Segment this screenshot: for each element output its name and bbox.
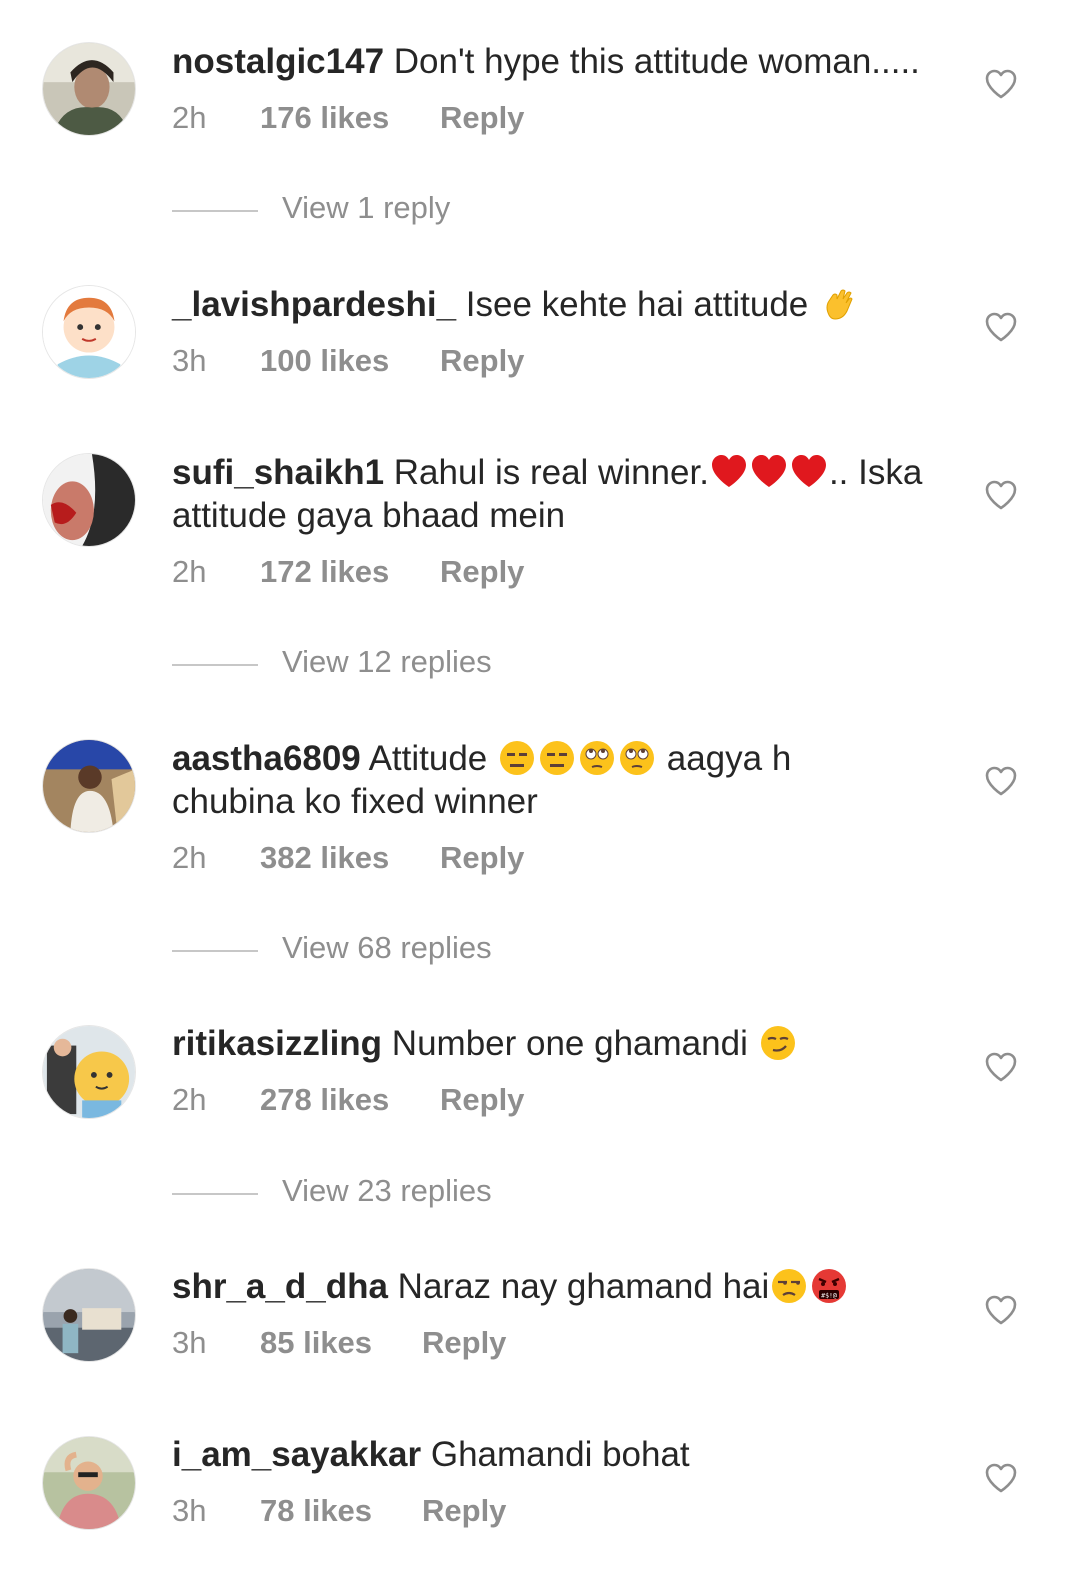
comment-text: i_am_sayakkar Ghamandi bohat bbox=[172, 1433, 952, 1476]
avatar[interactable] bbox=[42, 1436, 136, 1530]
comment-text: ritikasizzling Number one ghamandi bbox=[172, 1022, 952, 1065]
smirking-face-emoji bbox=[759, 1024, 797, 1062]
unamused-face-emoji bbox=[770, 1267, 808, 1305]
likes-count[interactable]: 278 likes bbox=[260, 1082, 389, 1118]
timestamp: 3h bbox=[172, 343, 207, 378]
timestamp: 2h bbox=[172, 554, 207, 589]
avatar[interactable] bbox=[42, 285, 136, 379]
face-with-rolling-eyes-emoji bbox=[578, 739, 616, 777]
comment-text: aastha6809 Attitude aagya h chubina ko f… bbox=[172, 737, 952, 823]
red-heart-emoji bbox=[750, 453, 788, 491]
expressionless-face-emoji bbox=[498, 739, 536, 777]
heart-icon[interactable] bbox=[984, 68, 1018, 100]
likes-count[interactable]: 100 likes bbox=[260, 343, 389, 379]
avatar[interactable] bbox=[42, 42, 136, 136]
reply-button[interactable]: Reply bbox=[440, 840, 524, 876]
avatar[interactable] bbox=[42, 1268, 136, 1362]
comment-body-line2: chubina ko fixed winner bbox=[172, 782, 538, 821]
reply-button[interactable]: Reply bbox=[440, 554, 524, 590]
red-heart-emoji bbox=[710, 453, 748, 491]
username-link[interactable]: shr_a_d_dha bbox=[172, 1267, 388, 1306]
comment-body: Ghamandi bohat bbox=[430, 1435, 690, 1474]
comment-body: Number one ghamandi bbox=[391, 1024, 748, 1063]
heart-icon[interactable] bbox=[984, 311, 1018, 343]
comment-text: _lavishpardeshi_ Isee kehte hai attitude bbox=[172, 283, 952, 326]
comment-body: Attitude bbox=[368, 739, 488, 778]
red-heart-emoji bbox=[790, 453, 828, 491]
timestamp: 3h bbox=[172, 1325, 207, 1360]
face-with-symbols-on-mouth-emoji: #$!@ bbox=[810, 1267, 848, 1305]
replies-divider bbox=[172, 664, 258, 666]
timestamp: 2h bbox=[172, 100, 207, 135]
comment-body: Isee kehte hai attitude bbox=[465, 285, 809, 324]
comment-text: nostalgic147 Don't hype this attitude wo… bbox=[172, 40, 952, 83]
comment-body: Rahul is real winner. bbox=[393, 453, 709, 492]
timestamp: 2h bbox=[172, 1082, 207, 1117]
reply-button[interactable]: Reply bbox=[440, 1082, 524, 1118]
username-link[interactable]: i_am_sayakkar bbox=[172, 1435, 421, 1474]
view-replies-label[interactable]: View 1 reply bbox=[282, 190, 450, 226]
comment-body-line2: attitude gaya bhaad mein bbox=[172, 496, 566, 535]
comment-body-continued: aagya h bbox=[666, 739, 792, 778]
reply-button[interactable]: Reply bbox=[440, 343, 524, 379]
view-replies-label[interactable]: View 68 replies bbox=[282, 930, 492, 966]
comment-body-continued: .. Iska bbox=[828, 453, 923, 492]
heart-icon[interactable] bbox=[984, 1294, 1018, 1326]
replies-divider bbox=[172, 210, 258, 212]
username-link[interactable]: aastha6809 bbox=[172, 739, 361, 778]
replies-divider bbox=[172, 1193, 258, 1195]
heart-icon[interactable] bbox=[984, 1462, 1018, 1494]
reply-button[interactable]: Reply bbox=[422, 1493, 506, 1529]
likes-count[interactable]: 176 likes bbox=[260, 100, 389, 136]
heart-icon[interactable] bbox=[984, 479, 1018, 511]
avatar[interactable] bbox=[42, 739, 136, 833]
timestamp: 2h bbox=[172, 840, 207, 875]
heart-icon[interactable] bbox=[984, 765, 1018, 797]
comment-text: shr_a_d_dha Naraz nay ghamand hai #$!@ bbox=[172, 1265, 952, 1308]
username-link[interactable]: _lavishpardeshi_ bbox=[172, 285, 456, 324]
likes-count[interactable]: 382 likes bbox=[260, 840, 389, 876]
svg-text:#$!@: #$!@ bbox=[821, 1292, 837, 1300]
comment-body: Don't hype this attitude woman..... bbox=[393, 42, 920, 81]
view-replies-label[interactable]: View 12 replies bbox=[282, 644, 492, 680]
waving-hand-emoji bbox=[819, 285, 857, 323]
comment-text: sufi_shaikh1 Rahul is real winner. .. Isk… bbox=[172, 451, 952, 537]
likes-count[interactable]: 172 likes bbox=[260, 554, 389, 590]
heart-icon[interactable] bbox=[984, 1051, 1018, 1083]
username-link[interactable]: ritikasizzling bbox=[172, 1024, 382, 1063]
avatar[interactable] bbox=[42, 1025, 136, 1119]
expressionless-face-emoji bbox=[538, 739, 576, 777]
reply-button[interactable]: Reply bbox=[422, 1325, 506, 1361]
reply-button[interactable]: Reply bbox=[440, 100, 524, 136]
avatar[interactable] bbox=[42, 453, 136, 547]
likes-count[interactable]: 85 likes bbox=[260, 1325, 372, 1361]
likes-count[interactable]: 78 likes bbox=[260, 1493, 372, 1529]
view-replies-label[interactable]: View 23 replies bbox=[282, 1173, 492, 1209]
replies-divider bbox=[172, 950, 258, 952]
username-link[interactable]: sufi_shaikh1 bbox=[172, 453, 384, 492]
face-with-rolling-eyes-emoji bbox=[618, 739, 656, 777]
timestamp: 3h bbox=[172, 1493, 207, 1528]
comment-body: Naraz nay ghamand hai bbox=[397, 1267, 770, 1306]
username-link[interactable]: nostalgic147 bbox=[172, 42, 384, 81]
